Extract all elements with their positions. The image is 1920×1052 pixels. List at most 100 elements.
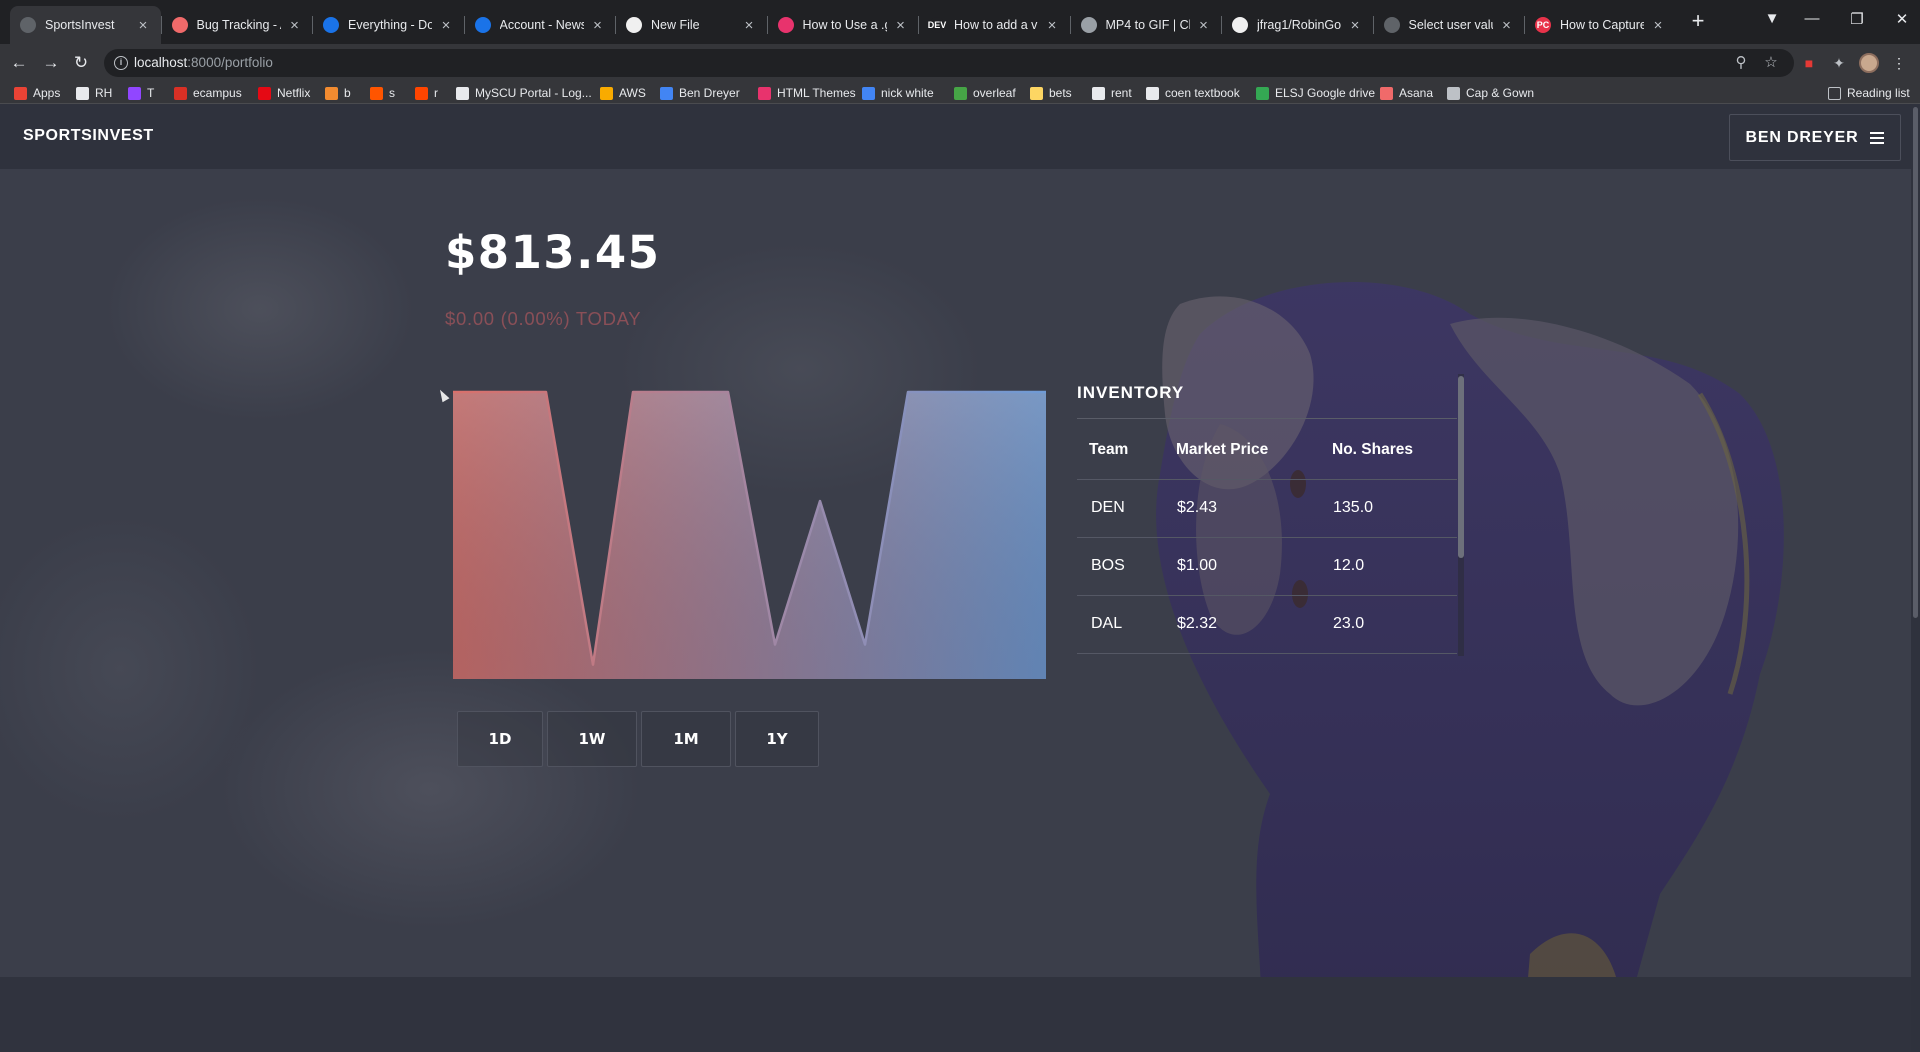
reading-list-label: Reading list [1847,86,1910,100]
browser-tab[interactable]: How to Use a .giti × [768,6,919,44]
bookmark-item[interactable]: MySCU Portal - Log... [456,84,592,102]
bookmark-item[interactable]: overleaf [954,84,1016,102]
tab-close-icon[interactable]: × [741,17,757,34]
browser-tab[interactable]: DEV How to add a vide × [919,6,1070,44]
inventory-column-header[interactable]: Team [1089,441,1128,459]
bookmark-item[interactable]: Asana [1380,84,1433,102]
tab-separator [1524,16,1525,34]
bookmark-icon [1256,86,1269,100]
bookmark-item[interactable]: rent [1092,84,1132,102]
tab-close-icon[interactable]: × [135,17,151,34]
tab-close-icon[interactable]: × [1650,17,1666,34]
bookmark-item[interactable]: Apps [14,84,60,102]
tab-favicon-icon [1232,17,1248,33]
range-button-1y[interactable]: 1Y [735,711,819,767]
browser-tab[interactable]: Bug Tracking - As × [162,6,313,44]
inventory-scrollbar[interactable] [1458,374,1464,656]
inventory-row[interactable]: DAL $2.32 23.0 [1077,596,1457,654]
inventory-header-row: Team Market Price No. Shares [1077,422,1457,480]
inventory-row[interactable]: DEN $2.43 135.0 [1077,480,1457,538]
browser-tab[interactable]: PC How to Capture V × [1525,6,1676,44]
tab-close-icon[interactable]: × [287,17,303,34]
tab-close-icon[interactable]: × [590,17,606,34]
range-button-1w[interactable]: 1W [547,711,637,767]
bookmark-item[interactable]: ecampus [174,84,242,102]
inventory-cell: 23.0 [1333,615,1365,632]
bookmark-icon [456,86,469,100]
bookmark-item[interactable]: Ben Dreyer [660,84,740,102]
tab-close-icon[interactable]: × [1499,17,1515,34]
bookmark-item[interactable]: nick white [862,84,934,102]
tab-close-icon[interactable]: × [893,17,909,34]
minimize-icon[interactable]: — [1797,10,1827,27]
bookmark-label: r [434,86,438,100]
bookmark-item[interactable]: r [415,84,438,102]
bookmark-item[interactable]: Netflix [258,84,310,102]
reload-icon[interactable]: ↻ [70,52,92,74]
new-tab-button[interactable]: + [1687,10,1709,33]
bookmark-label: ecampus [193,86,242,100]
browser-tab[interactable]: New File × [616,6,767,44]
browser-tab[interactable]: Everything - Docu × [313,6,464,44]
bookmark-item[interactable]: s [370,84,395,102]
bookmark-item[interactable]: coen textbook [1146,84,1240,102]
tab-close-icon[interactable]: × [1347,17,1363,34]
range-button-1d[interactable]: 1D [457,711,543,767]
inventory-column-header[interactable]: No. Shares [1332,441,1413,459]
bookmark-item[interactable]: AWS [600,84,646,102]
page-scrollbar[interactable] [1911,104,1920,1052]
inventory-scroll-thumb[interactable] [1458,376,1464,558]
range-button-1m[interactable]: 1M [641,711,731,767]
close-window-icon[interactable]: ✕ [1887,10,1917,28]
bookmark-item[interactable]: RH [76,84,112,102]
restore-icon[interactable]: ❐ [1842,10,1872,28]
tab-separator [463,16,465,34]
bookmark-star-icon[interactable]: ☆ [1761,53,1781,71]
address-bar[interactable]: i localhost:8000/portfolio ⚲ ☆ [104,49,1794,77]
bookmark-item[interactable]: T [128,84,154,102]
tab-favicon-icon [777,17,794,33]
bookmark-item[interactable]: b [325,84,351,102]
portfolio-balance: $813.45 [445,226,661,279]
tab-search-icon[interactable]: ▼ [1757,10,1787,27]
bookmark-item[interactable]: Cap & Gown [1447,84,1534,102]
site-info-icon[interactable]: i [114,56,128,70]
inventory-row[interactable]: BOS $1.00 12.0 [1077,538,1457,596]
page-scroll-thumb[interactable] [1913,107,1918,618]
inventory-cell: $2.32 [1177,615,1218,632]
profile-avatar[interactable] [1859,53,1879,73]
bookmark-item[interactable]: ELSJ Google drive [1256,84,1375,102]
extension-shield-icon[interactable]: ■ [1799,53,1819,73]
brand-logo[interactable]: SPORTSINVEST [23,127,154,145]
tab-close-icon[interactable]: × [1044,17,1060,34]
bookmark-icon [1092,86,1105,100]
tab-close-icon[interactable]: × [438,17,454,34]
tab-title: How to Use a .giti [802,18,887,32]
bookmark-item[interactable]: HTML Themes [758,84,856,102]
back-icon[interactable]: ← [8,52,30,74]
tab-close-icon[interactable]: × [1196,17,1212,34]
reading-list-button[interactable]: Reading list [1828,84,1910,102]
bookmark-label: AWS [619,86,646,100]
browser-tab[interactable]: Account - News A × [465,6,616,44]
bookmark-icon [325,86,338,100]
tab-favicon-icon [20,17,36,33]
user-menu-button[interactable]: BEN DREYER [1729,114,1901,161]
browser-menu-icon[interactable]: ⋮ [1889,53,1909,73]
browser-tab[interactable]: Select user value t × [1374,6,1525,44]
bookmark-item[interactable]: bets [1030,84,1072,102]
browser-tabstrip: SportsInvest×Bug Tracking - As×Everythin… [0,0,1920,44]
reading-list-icon [1828,86,1841,100]
zoom-icon[interactable]: ⚲ [1731,53,1751,71]
tab-separator [615,16,616,34]
forward-icon[interactable]: → [40,52,62,74]
browser-tab[interactable]: jfrag1/RobinGood × [1222,6,1373,44]
inventory-column-header[interactable]: Market Price [1176,441,1268,459]
bookmark-icon [1447,86,1460,100]
daily-change: $0.00 (0.00%) TODAY [445,308,642,329]
extensions-puzzle-icon[interactable]: ✦ [1829,53,1849,73]
browser-tab[interactable]: MP4 to GIF | Clou × [1071,6,1222,44]
browser-toolbar: ← → ↻ i localhost:8000/portfolio ⚲ ☆ ■ ✦… [0,44,1920,82]
tab-separator [918,16,919,34]
browser-tab[interactable]: SportsInvest × [10,6,161,44]
